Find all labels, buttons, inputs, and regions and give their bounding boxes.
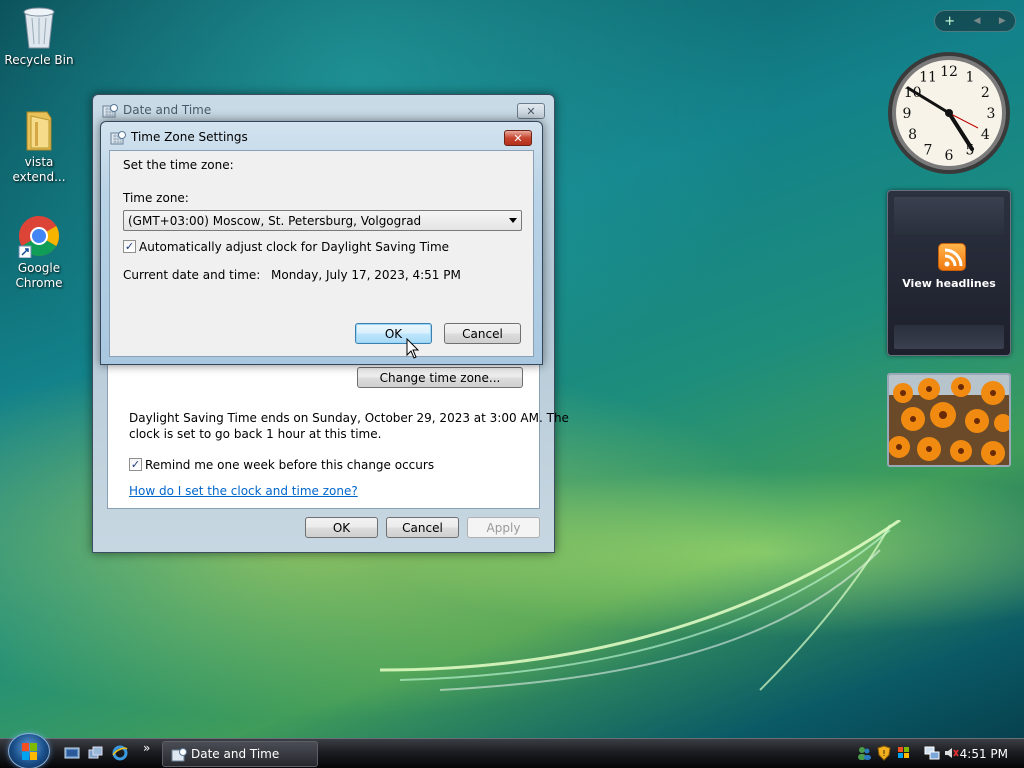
desktop-icon-label: Recycle Bin: [4, 53, 74, 67]
clock-numeral: 12: [940, 64, 958, 80]
close-icon: ✕: [526, 104, 536, 118]
add-gadget-button[interactable]: +: [944, 14, 955, 29]
window-title: Date and Time: [123, 103, 212, 117]
time-zone-dropdown[interactable]: (GMT+03:00) Moscow, St. Petersburg, Volg…: [123, 210, 522, 231]
cancel-button[interactable]: Cancel: [386, 517, 459, 538]
close-button[interactable]: ✕: [504, 130, 532, 146]
set-time-zone-heading: Set the time zone:: [123, 158, 234, 172]
ok-button[interactable]: OK: [305, 517, 378, 538]
clock-numeral: 9: [903, 106, 912, 122]
chevron-down-icon: [509, 218, 517, 223]
svg-text:!: !: [882, 749, 885, 758]
clock-numeral: 2: [981, 85, 990, 101]
auto-dst-label: Automatically adjust clock for Daylight …: [139, 240, 450, 254]
date-time-tab-panel: Change time zone... Daylight Saving Time…: [107, 361, 569, 509]
dst-info-line-2: clock is set to go back 1 hour at this t…: [129, 427, 382, 441]
close-button[interactable]: ✕: [517, 103, 545, 119]
flowers-photo: [889, 375, 1009, 465]
time-zone-label: Time zone:: [123, 191, 189, 205]
internet-explorer-icon[interactable]: [112, 745, 128, 761]
desktop-icon-google-chrome[interactable]: Google Chrome: [3, 212, 75, 291]
slideshow-gadget[interactable]: [887, 373, 1011, 467]
time-zone-value: (GMT+03:00) Moscow, St. Petersburg, Volg…: [128, 213, 422, 228]
volume-muted-icon[interactable]: [943, 745, 959, 764]
apply-button[interactable]: Apply: [467, 517, 540, 538]
network-icon[interactable]: [924, 745, 940, 764]
desktop-icon-label: vista extend...: [12, 155, 66, 184]
desktop-icon-recycle-bin[interactable]: Recycle Bin: [3, 4, 75, 68]
time-zone-app-icon: [110, 130, 126, 149]
auto-dst-checkbox[interactable]: ✓: [123, 240, 136, 253]
chrome-icon: [17, 212, 61, 259]
remind-checkbox[interactable]: ✓: [129, 458, 142, 471]
clock-numeral: 6: [945, 148, 954, 164]
taskbar-clock[interactable]: 4:51 PM: [960, 747, 1008, 761]
current-date-time-value: Monday, July 17, 2023, 4:51 PM: [271, 268, 461, 282]
desktop-icon-label: Google Chrome: [15, 261, 63, 290]
taskbar-item-date-and-time[interactable]: Date and Time: [162, 741, 318, 767]
folder-icon: [17, 106, 61, 152]
date-time-app-icon: [102, 103, 118, 122]
change-time-zone-button[interactable]: Change time zone...: [357, 367, 523, 388]
clock-numeral: 11: [919, 70, 937, 86]
help-link[interactable]: How do I set the clock and time zone?: [129, 484, 358, 498]
sidebar-controls: + ◀ ▶: [934, 10, 1016, 32]
dialog-title: Time Zone Settings: [131, 130, 248, 144]
windows-logo-icon: [22, 743, 37, 760]
rss-icon: [938, 243, 966, 271]
recycle-bin-icon: [17, 4, 61, 50]
desktop-icon-vista-extend-folder[interactable]: vista extend...: [3, 106, 75, 185]
quick-launch-overflow[interactable]: »: [143, 741, 159, 757]
remind-label: Remind me one week before this change oc…: [145, 458, 435, 472]
current-date-time-label: Current date and time:: [123, 268, 261, 282]
clock-gadget[interactable]: 12 1234567891011: [886, 50, 1012, 176]
close-icon: ✕: [513, 131, 523, 145]
security-shield-icon[interactable]: !: [877, 744, 891, 764]
news-gadget[interactable]: View headlines: [887, 190, 1011, 356]
clock-numeral: 7: [924, 142, 933, 158]
clock-numeral: 4: [981, 127, 990, 143]
dst-info-line-1: Daylight Saving Time ends on Sunday, Oct…: [129, 411, 569, 425]
switch-windows-icon[interactable]: [88, 745, 104, 761]
cancel-button[interactable]: Cancel: [444, 323, 521, 344]
next-page-button[interactable]: ▶: [999, 16, 1006, 26]
date-time-app-icon: [171, 747, 187, 766]
users-icon[interactable]: [856, 745, 872, 764]
clock-numeral: 3: [987, 106, 996, 122]
previous-page-button[interactable]: ◀: [974, 16, 981, 26]
dialog-client-area: Set the time zone: Time zone: (GMT+03:00…: [109, 150, 534, 357]
mouse-cursor-icon: [406, 338, 420, 359]
clock-numeral: 1: [966, 70, 975, 86]
time-zone-settings-dialog: Time Zone Settings ✕ Set the time zone: …: [100, 121, 543, 365]
start-button[interactable]: [8, 733, 50, 768]
show-desktop-icon[interactable]: [64, 745, 80, 761]
ok-button[interactable]: OK: [355, 323, 432, 344]
taskbar-item-label: Date and Time: [191, 747, 280, 761]
clock-numeral: 8: [908, 127, 917, 143]
windows-update-icon[interactable]: [896, 745, 912, 764]
view-headlines-label[interactable]: View headlines: [888, 277, 1010, 290]
